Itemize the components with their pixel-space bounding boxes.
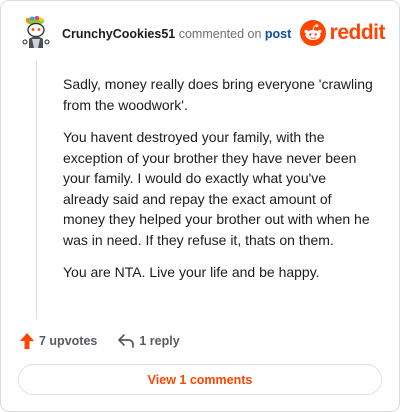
comment-body: Sadly, money really does bring everyone … xyxy=(63,74,373,295)
comment-paragraph-2: You havent destroyed your family, with t… xyxy=(63,129,370,248)
comment-header: CrunchyCookies51 commented on post reddi… xyxy=(19,15,386,53)
comment-actions: 7 upvotes 1 reply xyxy=(19,330,180,352)
view-comments-button[interactable]: View 1 comments xyxy=(18,364,382,395)
reply-count: 1 reply xyxy=(139,334,180,348)
reply-arrow-icon xyxy=(118,334,135,348)
comment-paragraph-3: You are NTA. Live your life and be happy… xyxy=(63,264,320,280)
upvote-button[interactable]: 7 upvotes xyxy=(19,332,97,350)
reddit-wordmark: reddit xyxy=(329,21,386,44)
thread-line xyxy=(36,61,37,319)
reddit-snoo-icon xyxy=(299,20,326,46)
upvote-arrow-icon xyxy=(20,333,34,349)
username[interactable]: CrunchyCookies51 xyxy=(62,27,175,41)
comment-card: CrunchyCookies51 commented on post reddi… xyxy=(0,0,400,412)
comment-paragraph-1: Sadly, money really does bring everyone … xyxy=(63,76,373,113)
user-avatar[interactable] xyxy=(19,15,55,51)
post-link[interactable]: post xyxy=(265,27,291,41)
comment-meta: CrunchyCookies51 commented on post xyxy=(62,26,291,42)
reddit-logo[interactable]: reddit xyxy=(299,19,386,47)
reply-button[interactable]: 1 reply xyxy=(117,333,180,349)
upvote-count: 7 upvotes xyxy=(39,334,98,348)
commented-on-text: commented on xyxy=(178,27,262,41)
